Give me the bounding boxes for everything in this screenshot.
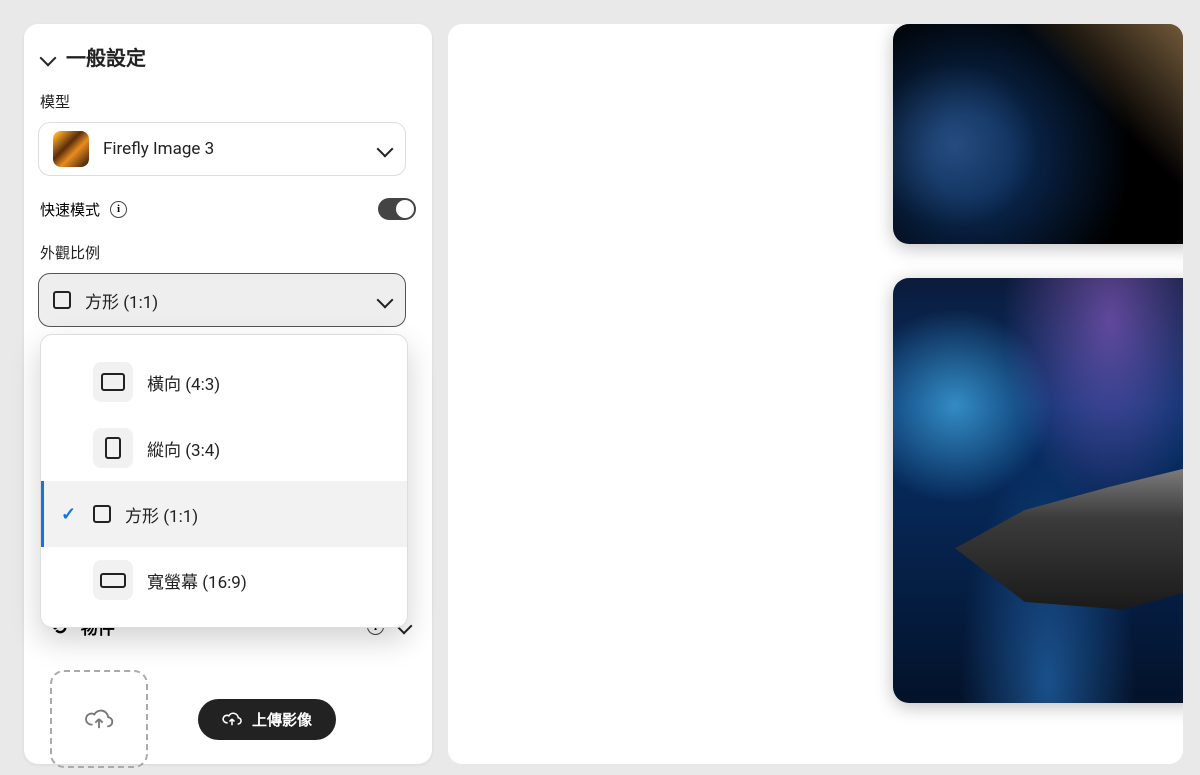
results-canvas (448, 24, 1183, 764)
fast-mode-label: 快速模式 (40, 199, 100, 220)
result-image[interactable] (893, 278, 1183, 703)
aspect-dropdown: 橫向 (4:3) 縱向 (3:4) ✓ 方形 (1:1) 寬螢幕 (16:9) (40, 334, 408, 628)
option-label: 橫向 (4:3) (147, 370, 220, 395)
result-image[interactable] (893, 24, 1183, 244)
upload-button-label: 上傳影像 (252, 709, 312, 730)
model-thumbnail (53, 131, 89, 167)
chevron-down-icon (379, 140, 391, 159)
model-label: 模型 (40, 91, 418, 112)
info-icon[interactable] (110, 201, 127, 218)
aspect-option-landscape[interactable]: 橫向 (4:3) (41, 349, 407, 415)
aspect-option-portrait[interactable]: 縱向 (3:4) (41, 415, 407, 481)
fast-mode-toggle[interactable] (378, 198, 416, 220)
fast-mode-row: 快速模式 (40, 198, 416, 220)
model-value: Firefly Image 3 (103, 139, 365, 159)
model-select[interactable]: Firefly Image 3 (38, 122, 406, 176)
square-ratio-icon (53, 291, 71, 309)
portrait-ratio-icon (105, 437, 121, 459)
option-label: 方形 (1:1) (125, 502, 198, 527)
section-header[interactable]: 一般設定 (38, 42, 418, 71)
cloud-upload-icon (222, 711, 242, 727)
landscape-ratio-icon (101, 373, 125, 391)
square-ratio-icon (93, 505, 111, 523)
aspect-option-square[interactable]: ✓ 方形 (1:1) (41, 481, 407, 547)
chevron-down-icon (42, 45, 54, 69)
aspect-option-widescreen[interactable]: 寬螢幕 (16:9) (41, 547, 407, 613)
aspect-selected: 方形 (1:1) (85, 288, 365, 313)
widescreen-ratio-icon (100, 573, 126, 588)
cloud-upload-icon (84, 708, 114, 730)
aspect-select[interactable]: 方形 (1:1) (38, 273, 406, 327)
upload-dropzone[interactable] (50, 670, 148, 768)
option-label: 縱向 (3:4) (147, 436, 220, 461)
section-title: 一般設定 (66, 42, 146, 71)
upload-button[interactable]: 上傳影像 (198, 699, 336, 740)
upload-area: 上傳影像 (50, 670, 336, 768)
aspect-label: 外觀比例 (40, 242, 418, 263)
check-icon: ✓ (61, 504, 76, 525)
chevron-down-icon (379, 291, 391, 310)
option-label: 寬螢幕 (16:9) (147, 568, 247, 593)
